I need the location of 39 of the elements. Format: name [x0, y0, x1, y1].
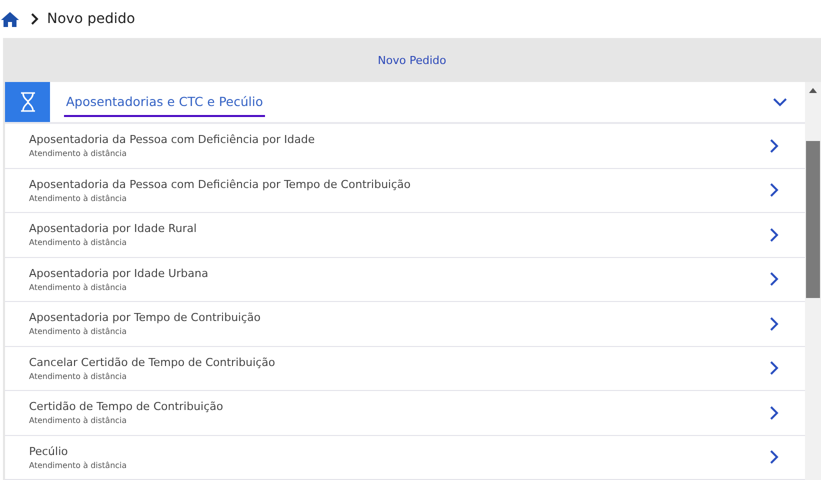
service-title: Aposentadoria por Idade Rural: [29, 222, 198, 236]
service-title: Certidão de Tempo de Contribuição: [29, 400, 224, 414]
chevron-right-icon[interactable]: [770, 361, 779, 376]
breadcrumb-current: Novo pedido: [47, 11, 136, 27]
chevron-right-icon[interactable]: [770, 406, 779, 420]
chevron-right-icon[interactable]: [770, 316, 779, 331]
service-subtitle: Atendimento à distância: [29, 194, 128, 203]
chevron-down-icon[interactable]: [773, 98, 787, 106]
service-subtitle: Atendimento à distância: [29, 372, 128, 381]
service-subtitle: Atendimento à distância: [29, 238, 128, 248]
service-item[interactable]: Aposentadoria da Pessoa com Deficiência por Tempo de Contribuição Atendimento à distância: [5, 168, 805, 213]
service-title: Aposentadoria da Pessoa com Deficiência por Tempo de Contribuição: [29, 178, 412, 191]
service-title: Cancelar Certidão de Tempo de Contribuição: [29, 356, 276, 369]
accordion-header[interactable]: Aposentadorias e CTC e Pecúlio: [5, 82, 805, 124]
scrollbar[interactable]: [805, 82, 821, 480]
accordion-title: Aposentadorias e CTC e Pecúlio: [64, 94, 265, 116]
home-icon[interactable]: [1, 12, 19, 26]
service-subtitle: Atendimento à distância: [29, 460, 128, 470]
service-title: Aposentadoria da Pessoa com Deficiência por Idade: [29, 133, 316, 146]
service-title: Aposentadoria por Idade Urbana: [29, 266, 210, 280]
scroll-up-icon[interactable]: [809, 88, 817, 93]
service-item[interactable]: Pecúlio Atendimento à distância: [5, 436, 805, 480]
scroll-thumb[interactable]: [806, 141, 820, 298]
chevron-right-icon[interactable]: [770, 272, 779, 286]
service-subtitle: Atendimento à distância: [29, 416, 128, 426]
chevron-right-icon[interactable]: [770, 450, 779, 464]
chevron-right-icon[interactable]: [770, 228, 779, 242]
chevron-right-icon[interactable]: [770, 183, 779, 198]
service-title: Pecúlio: [29, 444, 69, 458]
hourglass-icon: [5, 82, 50, 122]
service-item[interactable]: Aposentadoria por Idade Urbana Atendimento à distância: [5, 258, 805, 302]
service-title: Aposentadoria por Tempo de Contribuição: [29, 311, 262, 324]
chevron-right-icon: [31, 13, 39, 25]
service-subtitle: Atendimento à distância: [29, 327, 128, 336]
service-subtitle: Atendimento à distância: [29, 149, 128, 158]
service-item[interactable]: Cancelar Certidão de Tempo de Contribuição Atendimento à distância: [5, 346, 805, 391]
panel-header: Novo Pedido: [3, 38, 821, 82]
chevron-right-icon[interactable]: [770, 138, 779, 153]
service-subtitle: Atendimento à distância: [29, 282, 128, 292]
